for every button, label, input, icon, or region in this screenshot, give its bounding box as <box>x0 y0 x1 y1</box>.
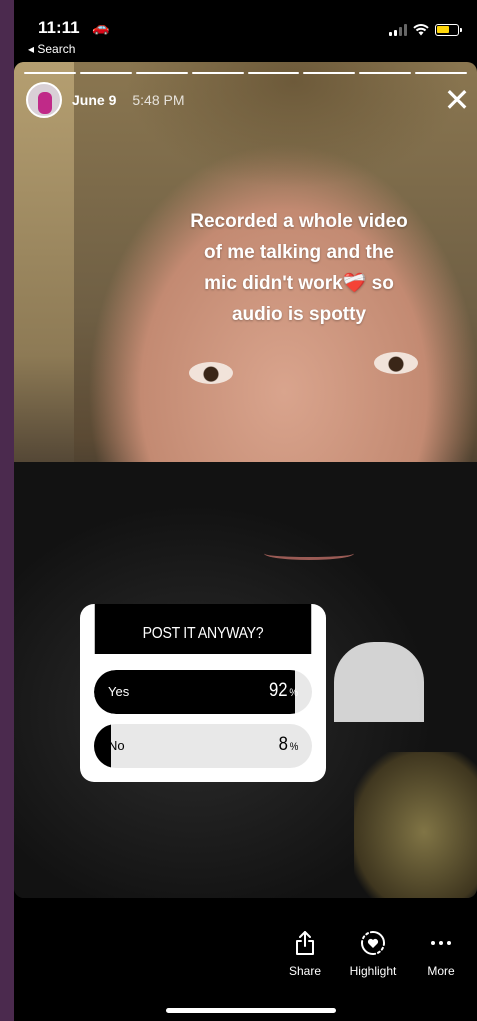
highlight-button[interactable]: Highlight <box>345 930 401 978</box>
story-caption: Recorded a whole video of me talking and… <box>190 211 408 325</box>
poll-option-label: Yes <box>108 684 130 699</box>
wifi-icon <box>413 24 429 36</box>
phone-screen: 11:11 🚗 ◂ Search June 9 5:48 PM ✕ Record… <box>14 0 477 1021</box>
battery-icon <box>435 24 462 36</box>
poll-option-yes[interactable]: Yes 92% <box>94 670 312 714</box>
story-photo[interactable]: June 9 5:48 PM ✕ Recorded a whole video … <box>14 62 477 898</box>
poll-percent: 92% <box>269 680 298 701</box>
story-progress-bar <box>24 72 467 74</box>
poll-option-label: No <box>108 738 125 753</box>
broken-heart-icon: ❤️‍🩹 <box>342 273 367 294</box>
share-button[interactable]: Share <box>285 930 325 978</box>
story-header: June 9 5:48 PM <box>26 82 185 118</box>
highlight-heart-icon <box>360 930 386 956</box>
cellular-signal-icon <box>389 24 407 36</box>
avatar[interactable] <box>26 82 62 118</box>
poll-question: POST IT ANYWAY? <box>94 604 312 654</box>
story-time: 5:48 PM <box>132 92 185 108</box>
poll-sticker: POST IT ANYWAY? Yes 92% No 8% <box>80 604 326 782</box>
clock: 11:11 <box>38 18 80 37</box>
story-date: June 9 <box>72 92 117 108</box>
status-bar: 11:11 🚗 ◂ Search <box>14 0 477 62</box>
more-button[interactable]: More <box>421 930 461 978</box>
share-icon <box>294 930 316 956</box>
close-icon[interactable]: ✕ <box>443 84 471 116</box>
poll-percent: 8% <box>278 734 298 755</box>
car-icon: 🚗 <box>92 19 110 35</box>
poll-option-no[interactable]: No 8% <box>94 724 312 768</box>
back-to-search-link[interactable]: ◂ Search <box>28 42 75 56</box>
more-icon <box>430 930 452 956</box>
home-indicator[interactable] <box>166 1008 336 1013</box>
story-actions: Share Highlight More <box>285 930 477 978</box>
status-icons <box>389 24 462 36</box>
